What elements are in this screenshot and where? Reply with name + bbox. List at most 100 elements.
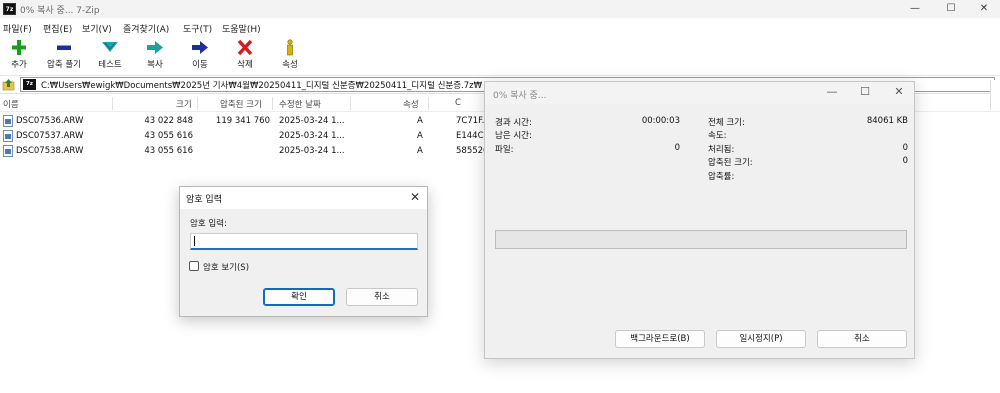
menu-edit[interactable]: 편집(E) <box>43 22 72 35</box>
file-size: 43 022 848 <box>144 116 193 126</box>
file-size: 43 055 616 <box>144 146 193 156</box>
show-password-checkbox[interactable] <box>189 261 199 271</box>
cancel-button[interactable]: 취소 <box>346 288 418 306</box>
up-folder-icon[interactable] <box>2 78 15 91</box>
menu-file[interactable]: 파일(F) <box>3 22 32 35</box>
add-plus-icon <box>12 40 26 55</box>
menu-favorites[interactable]: 즐겨찾기(A) <box>123 22 169 35</box>
file-row[interactable]: DSC07538.ARW 43 055 616 2025-03-24 1... … <box>0 144 500 159</box>
password-input[interactable] <box>190 233 418 250</box>
path-text: C:₩Users₩ewigk₩Documents₩2025년 기사₩4월₩202… <box>41 81 483 91</box>
ratio-label: 압축률: <box>708 172 735 182</box>
progress-dialog-title: 0% 복사 중... <box>493 91 547 101</box>
column-attributes[interactable]: 속성 <box>403 98 419 110</box>
file-attributes: A <box>417 146 423 156</box>
file-name: DSC07536.ARW <box>16 116 84 126</box>
file-modified: 2025-03-24 1... <box>279 131 345 141</box>
add-button[interactable]: 추가 <box>8 39 30 73</box>
file-modified: 2025-03-24 1... <box>279 116 345 126</box>
menu-view[interactable]: 보기(V) <box>82 22 112 35</box>
cancel-button[interactable]: 취소 <box>817 330 907 348</box>
speed-label: 속도: <box>708 131 727 141</box>
total-size-value: 84061 KB <box>866 116 908 126</box>
file-icon <box>3 130 13 142</box>
move-button[interactable]: 이동 <box>189 39 211 73</box>
test-label: 테스트 <box>98 60 122 70</box>
column-packed-size[interactable]: 압축된 크기 <box>220 98 262 110</box>
file-modified: 2025-03-24 1... <box>279 146 345 156</box>
extract-minus-icon <box>57 45 71 50</box>
minimize-button[interactable]: — <box>822 85 842 99</box>
column-name[interactable]: 이름 <box>3 98 19 110</box>
close-icon[interactable]: ✕ <box>410 190 420 204</box>
window-title: 0% 복사 중... 7-Zip <box>20 6 100 16</box>
maximize-button[interactable]: ☐ <box>855 85 875 99</box>
column-divider[interactable] <box>428 97 429 110</box>
close-icon[interactable]: ✕ <box>889 85 909 99</box>
column-modified[interactable]: 수정한 날짜 <box>279 98 321 110</box>
file-packed-size: 119 341 760 <box>215 116 270 126</box>
ok-button[interactable]: 확인 <box>263 288 335 306</box>
window-edge <box>990 80 1000 110</box>
password-dialog: 암호 입력 ✕ 암호 입력: 암호 보기(S) 확인 취소 <box>179 186 428 317</box>
column-divider[interactable] <box>272 97 273 110</box>
title-bar: 7z 0% 복사 중... 7-Zip — ☐ ✕ <box>0 0 1000 18</box>
text-caret <box>194 236 195 246</box>
file-row[interactable]: DSC07536.ARW 43 022 848 119 341 760 2025… <box>0 114 500 129</box>
file-name: DSC07538.ARW <box>16 146 84 156</box>
delete-button[interactable]: 삭제 <box>234 39 256 73</box>
file-icon <box>3 145 13 157</box>
copy-label: 복사 <box>147 60 163 70</box>
close-button[interactable]: ✕ <box>972 2 996 16</box>
compressed-size-value: 0 <box>902 156 908 166</box>
archive-icon: 7z <box>23 79 36 90</box>
files-value: 0 <box>674 143 680 153</box>
column-divider[interactable] <box>197 97 198 110</box>
menu-bar: 파일(F) 편집(E) 보기(V) 즐겨찾기(A) 도구(T) 도움말(H) <box>0 18 1000 37</box>
column-divider[interactable] <box>350 97 351 110</box>
processed-label: 처리됨: <box>708 145 735 155</box>
progress-bar <box>495 230 907 249</box>
menu-tools[interactable]: 도구(T) <box>183 22 212 35</box>
toolbar: 추가 압축 풀기 테스트 복사 이동 삭제 속성 <box>0 37 1000 76</box>
password-dialog-title: 암호 입력 <box>186 195 222 205</box>
column-divider[interactable] <box>112 97 113 110</box>
file-icon <box>3 115 13 127</box>
progress-dialog-titlebar[interactable]: 0% 복사 중... — ☐ ✕ <box>485 82 914 104</box>
progress-dialog: 0% 복사 중... — ☐ ✕ 경과 시간: 00:00:03 남은 시간: … <box>484 81 915 359</box>
elapsed-time-value: 00:00:03 <box>641 116 680 126</box>
copy-arrow-icon <box>147 41 163 54</box>
background-button[interactable]: 백그라운드로(B) <box>615 330 705 348</box>
column-crc[interactable]: C <box>455 98 461 108</box>
remaining-time-label: 남은 시간: <box>495 131 532 141</box>
test-button[interactable]: 테스트 <box>95 39 125 73</box>
menu-help[interactable]: 도움말(H) <box>222 22 261 35</box>
total-size-label: 전체 크기: <box>708 118 745 128</box>
move-label: 이동 <box>192 60 208 70</box>
files-label: 파일: <box>495 145 514 155</box>
app-icon: 7z <box>3 3 16 15</box>
extract-label: 압축 풀기 <box>47 60 81 70</box>
elapsed-time-label: 경과 시간: <box>495 118 532 128</box>
show-password-label[interactable]: 암호 보기(S) <box>203 261 249 273</box>
add-label: 추가 <box>11 60 27 70</box>
column-size[interactable]: 크기 <box>176 98 192 110</box>
file-name: DSC07537.ARW <box>16 131 84 141</box>
copy-button[interactable]: 복사 <box>144 39 166 73</box>
delete-label: 삭제 <box>237 60 253 70</box>
file-row[interactable]: DSC07537.ARW 43 055 616 2025-03-24 1... … <box>0 129 500 144</box>
file-attributes: A <box>417 116 423 126</box>
password-dialog-titlebar[interactable]: 암호 입력 ✕ <box>180 187 427 209</box>
info-icon <box>287 39 293 56</box>
delete-x-icon <box>237 39 253 56</box>
compressed-size-label: 압축된 크기: <box>708 158 753 168</box>
pause-button[interactable]: 일시정지(P) <box>716 330 806 348</box>
extract-button[interactable]: 압축 풀기 <box>43 39 85 73</box>
file-size: 43 055 616 <box>144 131 193 141</box>
password-label: 암호 입력: <box>190 219 227 229</box>
minimize-button[interactable]: — <box>903 2 927 16</box>
maximize-button[interactable]: ☐ <box>939 2 963 16</box>
properties-label: 속성 <box>282 60 298 70</box>
properties-button[interactable]: 속성 <box>279 39 301 73</box>
processed-value: 0 <box>902 143 908 153</box>
